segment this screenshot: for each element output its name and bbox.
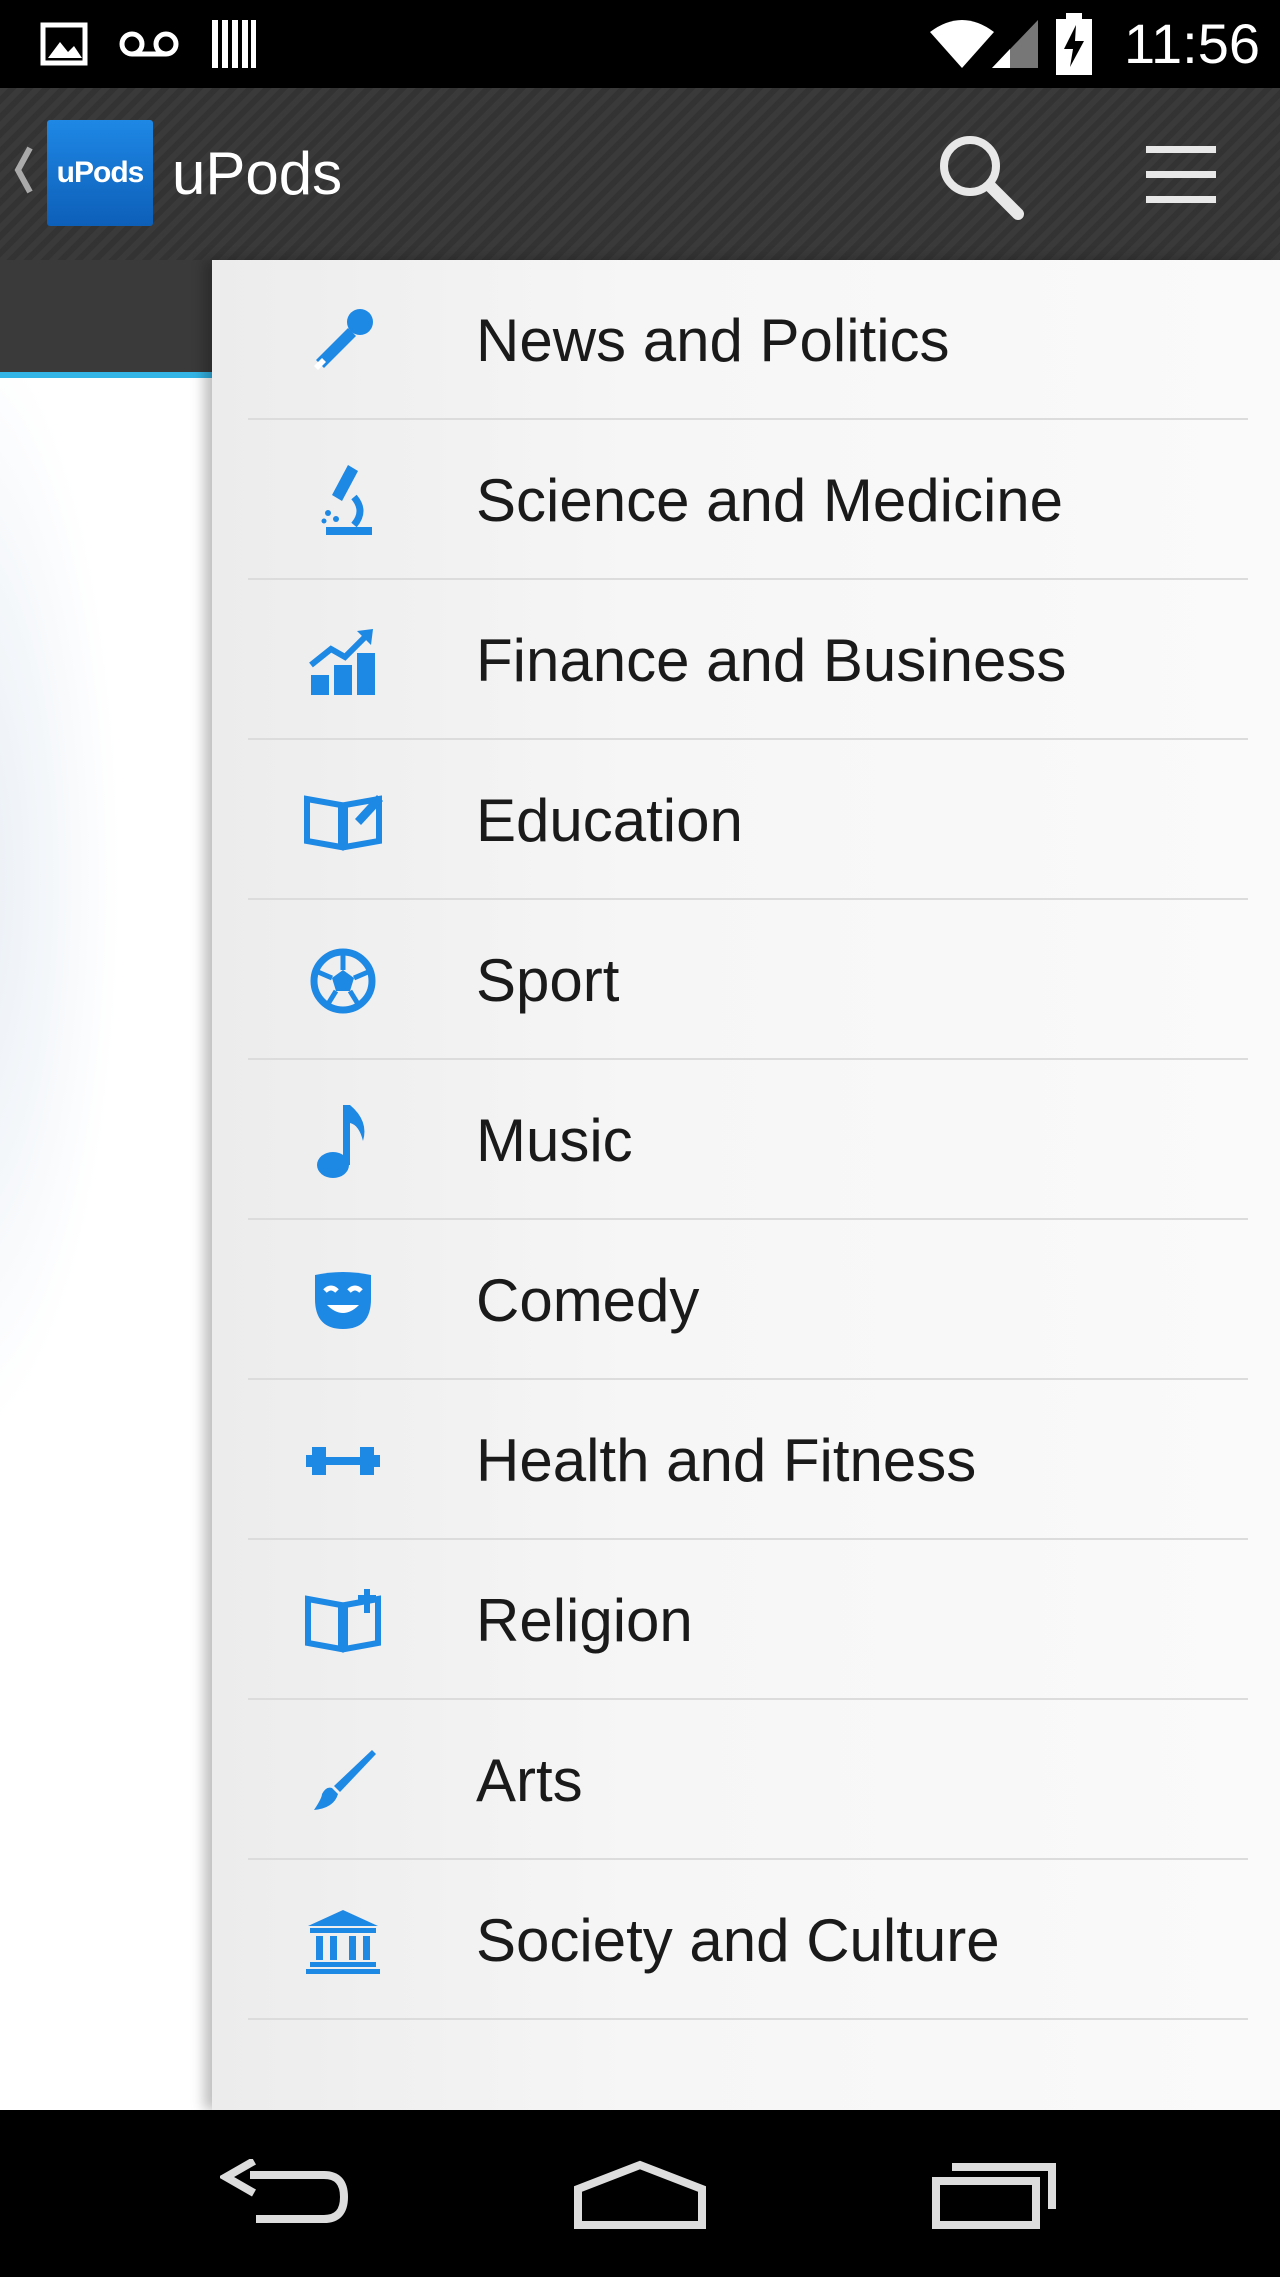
image-notification-icon bbox=[40, 0, 88, 88]
back-icon[interactable] bbox=[200, 2110, 370, 2277]
category-item[interactable]: Society and Culture bbox=[248, 1862, 1248, 2020]
category-item[interactable]: Religion bbox=[248, 1542, 1248, 1700]
category-label: Society and Culture bbox=[476, 1907, 1000, 1974]
category-label: Education bbox=[476, 787, 743, 854]
category-label: Finance and Business bbox=[476, 627, 1067, 694]
search-icon[interactable] bbox=[930, 126, 1030, 226]
status-time: 11:56 bbox=[1124, 12, 1260, 75]
microphone-icon bbox=[298, 296, 388, 386]
action-bar: uPods uPods bbox=[0, 88, 1280, 260]
chart-growth-icon bbox=[298, 616, 388, 706]
voicemail-icon bbox=[118, 0, 180, 88]
divider bbox=[248, 738, 1248, 740]
music-note-icon bbox=[298, 1096, 388, 1186]
tab-strip[interactable] bbox=[0, 260, 215, 378]
wifi-icon bbox=[928, 0, 996, 88]
category-item[interactable]: Music bbox=[248, 1062, 1248, 1220]
institution-icon bbox=[298, 1896, 388, 1986]
app-title: uPods bbox=[172, 140, 343, 207]
main-content bbox=[0, 260, 215, 2110]
soccer-ball-icon bbox=[298, 936, 388, 1026]
scripture-book-icon bbox=[298, 1576, 388, 1666]
category-label: Music bbox=[476, 1107, 633, 1174]
open-book-pen-icon bbox=[298, 776, 388, 866]
microscope-icon bbox=[298, 456, 388, 546]
divider bbox=[248, 418, 1248, 420]
divider bbox=[248, 2018, 1248, 2020]
category-item[interactable]: Finance and Business bbox=[248, 582, 1248, 740]
up-chevron-icon[interactable] bbox=[10, 140, 36, 205]
barcode-notification-icon bbox=[210, 0, 258, 88]
category-drawer: News and Politics Science and Medicine F… bbox=[212, 260, 1280, 2110]
category-item[interactable]: Arts bbox=[248, 1702, 1248, 1860]
status-bar: 11:56 bbox=[0, 0, 1280, 88]
category-item[interactable]: Sport bbox=[248, 902, 1248, 1060]
app-logo[interactable]: uPods bbox=[47, 120, 153, 226]
divider bbox=[248, 1538, 1248, 1540]
divider bbox=[248, 1058, 1248, 1060]
category-label: Comedy bbox=[476, 1267, 700, 1334]
cell-signal-icon bbox=[990, 0, 1040, 88]
category-label: News and Politics bbox=[476, 307, 950, 374]
comedy-mask-icon bbox=[298, 1256, 388, 1346]
category-item[interactable]: Health and Fitness bbox=[248, 1382, 1248, 1540]
divider bbox=[248, 1378, 1248, 1380]
divider bbox=[248, 898, 1248, 900]
battery-charging-icon bbox=[1056, 0, 1092, 88]
divider bbox=[248, 1858, 1248, 1860]
category-item[interactable]: Science and Medicine bbox=[248, 422, 1248, 580]
category-item[interactable]: News and Politics bbox=[248, 262, 1248, 420]
category-label: Health and Fitness bbox=[476, 1427, 977, 1494]
category-label: Science and Medicine bbox=[476, 467, 1064, 534]
divider bbox=[248, 1218, 1248, 1220]
overflow-menu-icon[interactable] bbox=[1136, 140, 1226, 210]
category-item[interactable]: Comedy bbox=[248, 1222, 1248, 1380]
divider bbox=[248, 578, 1248, 580]
dumbbell-icon bbox=[298, 1416, 388, 1506]
home-icon[interactable] bbox=[560, 2110, 720, 2277]
divider bbox=[248, 1698, 1248, 1700]
category-label: Religion bbox=[476, 1587, 693, 1654]
system-nav-bar bbox=[0, 2110, 1280, 2277]
category-label: Arts bbox=[476, 1747, 583, 1814]
paintbrush-icon bbox=[298, 1736, 388, 1826]
category-label: Sport bbox=[476, 947, 620, 1014]
category-item[interactable]: Education bbox=[248, 742, 1248, 900]
recents-icon[interactable] bbox=[920, 2110, 1070, 2277]
